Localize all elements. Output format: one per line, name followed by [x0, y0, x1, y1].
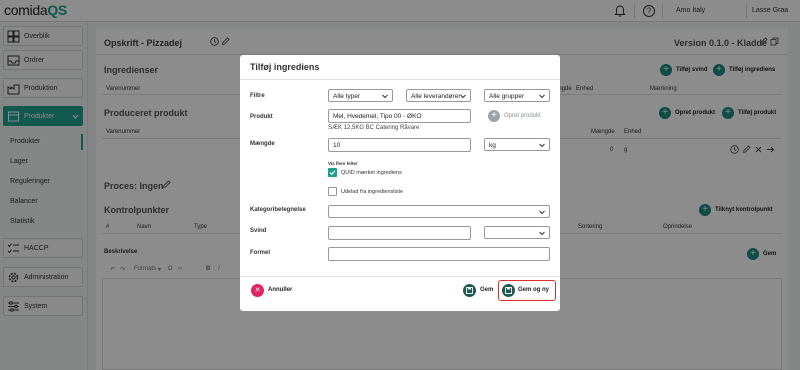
type-filter-select[interactable]: Alle typer: [328, 89, 393, 102]
amount-input[interactable]: 10: [328, 138, 471, 152]
cancel-label[interactable]: Annuller: [268, 287, 292, 293]
save-label[interactable]: Gem: [480, 287, 493, 293]
product-label: Produkt: [250, 114, 273, 120]
waste-unit-select[interactable]: [484, 226, 550, 239]
waste-input[interactable]: [328, 226, 471, 240]
save-icon: [505, 287, 512, 294]
dialog-title: Tilføj ingrediens: [250, 62, 320, 72]
save-and-new-highlight[interactable]: Gem og ny: [498, 280, 556, 301]
quid-label: QUID mærket ingrediens: [341, 170, 402, 176]
cancel-button[interactable]: ✕: [251, 284, 264, 297]
product-input[interactable]: Mel, Hvedemel, Tipo 00 - ØKO: [328, 109, 471, 123]
divider: [240, 276, 560, 277]
amount-label: Mængde: [250, 141, 275, 147]
chevron-down-icon: [539, 231, 545, 236]
save-button[interactable]: [463, 284, 476, 297]
quid-checkbox[interactable]: [328, 168, 337, 177]
save-and-new-label[interactable]: Gem og ny: [518, 287, 549, 293]
supplier-filter-select[interactable]: Alle leverandører: [406, 89, 471, 102]
show-more-link[interactable]: Vis flere felter: [328, 161, 358, 166]
filters-label: Filtre: [250, 93, 265, 99]
chevron-down-icon: [382, 94, 388, 99]
add-ingredient-dialog: Tilføj ingrediens Filtre Alle typer Alle…: [240, 55, 560, 311]
category-label: Kategoribetegnelse: [250, 207, 306, 213]
formula-input[interactable]: [328, 247, 550, 261]
unit-select[interactable]: kg: [484, 138, 550, 151]
chevron-down-icon: [539, 143, 545, 148]
checkmark-icon: [329, 170, 336, 176]
divider: [240, 79, 560, 80]
chevron-down-icon: [539, 210, 545, 215]
waste-label: Svind: [250, 228, 267, 234]
exclude-checkbox[interactable]: [328, 187, 337, 196]
product-subtext: SÆK 12,5KG BC Catering Råvare: [328, 125, 420, 131]
chevron-down-icon: [539, 94, 545, 99]
save-icon: [466, 287, 473, 294]
formula-label: Formel: [250, 250, 271, 256]
create-product-button[interactable]: +: [488, 110, 500, 122]
category-select[interactable]: [328, 205, 550, 218]
save-and-new-button[interactable]: [502, 284, 515, 297]
group-filter-select[interactable]: Alle grupper: [484, 89, 550, 102]
chevron-down-icon: [460, 94, 466, 99]
exclude-label: Udelad fra ingrediensliste: [341, 189, 404, 195]
create-product-label: Opret produkt: [504, 113, 541, 119]
